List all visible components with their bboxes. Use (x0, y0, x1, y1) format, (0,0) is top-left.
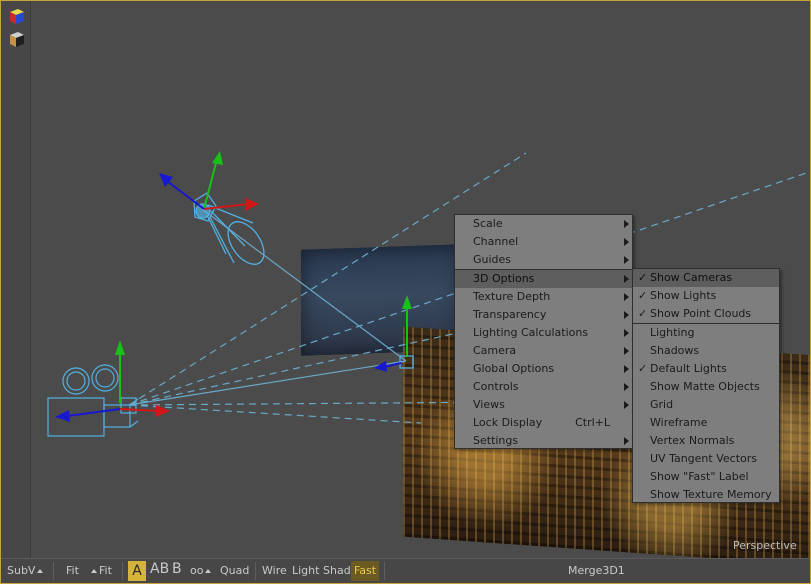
menu-item-lighting-calculations[interactable]: Lighting Calculations (455, 324, 632, 342)
context-menu: Scale Channel Guides 3D Options Texture … (454, 214, 633, 449)
subview-label: SubV (7, 564, 36, 577)
menu-item-label: Transparency (473, 308, 547, 321)
shad-button[interactable]: Shad (323, 564, 351, 578)
menu-item-label: Views (473, 398, 505, 411)
menu-item-lighting[interactable]: Lighting (633, 324, 779, 342)
menu-item-label: Lighting (650, 326, 695, 339)
menu-item-transparency[interactable]: Transparency (455, 306, 632, 324)
menu-item-label: Grid (650, 398, 674, 411)
menu-item-show-lights[interactable]: ✓ Show Lights (633, 287, 779, 305)
viewer-frame: Perspective Scale Channel Guides 3D Opti… (0, 0, 811, 584)
menu-item-scale[interactable]: Scale (455, 215, 632, 233)
check-icon: ✓ (638, 362, 648, 375)
check-icon: ✓ (638, 271, 648, 284)
menu-item-label: Default Lights (650, 362, 727, 375)
menu-item-controls[interactable]: Controls (455, 378, 632, 396)
menu-item-label: Global Options (473, 362, 555, 375)
menu-item-label: Shadows (650, 344, 700, 357)
menu-item-show-point-clouds[interactable]: ✓ Show Point Clouds (633, 305, 779, 323)
chevron-right-icon (624, 437, 629, 445)
buffer-ab-button[interactable]: AB (150, 562, 169, 576)
menu-item-label: Lighting Calculations (473, 326, 589, 339)
menu-item-texture-depth[interactable]: Texture Depth (455, 288, 632, 306)
menu-item-guides[interactable]: Guides (455, 251, 632, 269)
fit-button[interactable]: Fit (66, 564, 79, 578)
chevron-right-icon (624, 311, 629, 319)
menu-item-lock-display[interactable]: Lock Display Ctrl+L (455, 414, 632, 432)
menu-item-uv-tangent-vectors[interactable]: UV Tangent Vectors (633, 450, 779, 468)
viewer-toolbar: SubV Fit Fit A AB B oo Quad Wire Light S… (1, 558, 810, 583)
fit-options-label: Fit (99, 564, 112, 577)
menu-item-label: Guides (473, 253, 512, 266)
buffer-a-button[interactable]: A (128, 561, 146, 581)
menu-item-label: Lock Display (473, 416, 543, 429)
menu-item-views[interactable]: Views (455, 396, 632, 414)
menu-item-global-options[interactable]: Global Options (455, 360, 632, 378)
chevron-right-icon (624, 365, 629, 373)
chevron-right-icon (624, 329, 629, 337)
wire-button[interactable]: Wire (262, 564, 287, 578)
menu-item-label: Show Cameras (650, 271, 733, 284)
menu-item-grid[interactable]: Grid (633, 396, 779, 414)
menu-item-camera[interactable]: Camera (455, 342, 632, 360)
stereo-glasses-icon: oo (190, 564, 204, 577)
buffer-b-button[interactable]: B (172, 562, 182, 576)
menu-item-show-matte-objects[interactable]: Show Matte Objects (633, 378, 779, 396)
menu-item-label: 3D Options (473, 272, 535, 285)
camera-gizmo (47, 364, 139, 437)
toolbar-divider (122, 562, 123, 580)
menu-item-shadows[interactable]: Shadows (633, 342, 779, 360)
toolbar-divider (53, 562, 54, 580)
menu-item-show-texture-memory[interactable]: Show Texture Memory (633, 486, 779, 504)
menu-item-show-fast-label[interactable]: Show "Fast" Label (633, 468, 779, 486)
menu-item-label: Channel (473, 235, 519, 248)
quad-button[interactable]: Quad (220, 564, 249, 578)
menu-item-label: Camera (473, 344, 517, 357)
menu-item-show-cameras[interactable]: ✓ Show Cameras (633, 269, 779, 287)
menu-item-vertex-normals[interactable]: Vertex Normals (633, 432, 779, 450)
chevron-right-icon (624, 238, 629, 246)
menu-item-label: Show Matte Objects (650, 380, 760, 393)
chevron-right-icon (624, 293, 629, 301)
chevron-right-icon (624, 275, 629, 283)
chevron-right-icon (624, 256, 629, 264)
menu-item-settings[interactable]: Settings (455, 432, 632, 450)
chevron-right-icon (624, 401, 629, 409)
view-name-label: Merge3D1 (568, 564, 625, 577)
menu-item-shortcut: Ctrl+L (575, 416, 610, 429)
menu-item-wireframe[interactable]: Wireframe (633, 414, 779, 432)
menu-item-label: Show Lights (650, 289, 717, 302)
menu-item-label: Show Point Clouds (650, 307, 752, 320)
chevron-up-icon (37, 569, 44, 573)
chevron-right-icon (624, 347, 629, 355)
chevron-up-icon (205, 569, 212, 573)
menu-item-3d-options[interactable]: 3D Options (455, 270, 632, 288)
check-icon: ✓ (638, 289, 648, 302)
light-button[interactable]: Light (292, 564, 319, 578)
menu-item-label: Scale (473, 217, 503, 230)
subview-button[interactable]: SubV (7, 564, 45, 578)
menu-item-label: Show Texture Memory (650, 488, 772, 501)
chevron-right-icon (624, 220, 629, 228)
menu-item-default-lights[interactable]: ✓ Default Lights (633, 360, 779, 378)
menu-item-label: Vertex Normals (650, 434, 735, 447)
chevron-right-icon (624, 383, 629, 391)
fast-button[interactable]: Fast (351, 561, 379, 581)
fit-options-button[interactable]: Fit (89, 564, 112, 578)
menu-item-label: Texture Depth (473, 290, 551, 303)
toolbar-divider (255, 562, 256, 580)
menu-item-channel[interactable]: Channel (455, 233, 632, 251)
chevron-up-icon (91, 569, 97, 573)
menu-item-label: Settings (473, 434, 519, 447)
perspective-label: Perspective (733, 539, 797, 552)
toolbar-divider (384, 562, 385, 580)
menu-item-label: Wireframe (650, 416, 708, 429)
menu-item-label: Controls (473, 380, 519, 393)
check-icon: ✓ (638, 307, 648, 320)
menu-item-label: Show "Fast" Label (650, 470, 749, 483)
stereo-button[interactable]: oo (190, 564, 213, 578)
menu-item-label: UV Tangent Vectors (650, 452, 757, 465)
submenu-3d-options: ✓ Show Cameras ✓ Show Lights ✓ Show Point C… (632, 268, 780, 503)
